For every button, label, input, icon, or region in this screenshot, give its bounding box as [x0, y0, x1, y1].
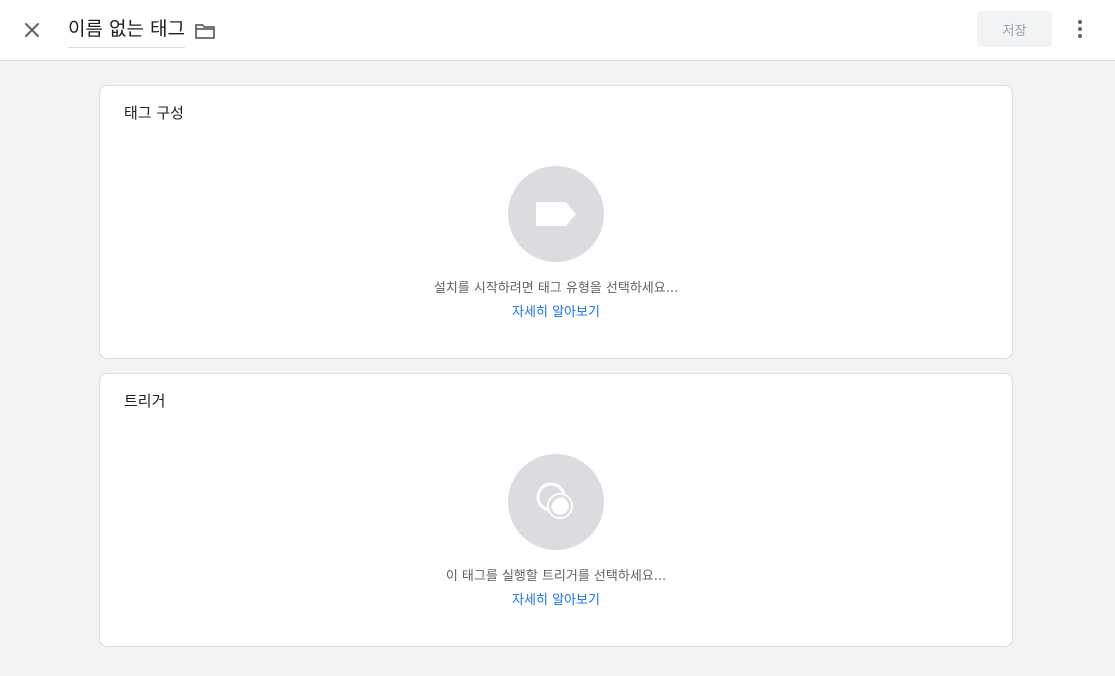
tag-label-icon	[536, 202, 576, 226]
triggering-card: 트리거 이 태그를 실행할 트리거를 선택하세요... 자세히 알아보기	[99, 373, 1013, 647]
close-button[interactable]	[12, 10, 52, 50]
trigger-icon	[536, 482, 573, 519]
tag-configuration-placeholder: 설치를 시작하려면 태그 유형을 선택하세요... 자세히 알아보기	[100, 166, 1012, 322]
tag-configuration-hint: 설치를 시작하려면 태그 유형을 선택하세요...	[433, 281, 679, 296]
more-vert-icon	[1078, 20, 1082, 38]
triggering-heading: 트리거	[124, 392, 166, 410]
tag-configuration-learn-more-link[interactable]: 자세히 알아보기	[512, 304, 600, 322]
triggering-hint: 이 태그를 실행할 트리거를 선택하세요...	[445, 569, 667, 584]
folder-icon	[195, 24, 215, 39]
close-icon	[25, 23, 39, 37]
tag-name: 이름 없는 태그	[68, 18, 185, 40]
folder-button[interactable]	[191, 17, 219, 45]
choose-tag-type-button[interactable]	[508, 166, 604, 262]
tag-name-field[interactable]: 이름 없는 태그	[68, 14, 185, 48]
tag-configuration-heading: 태그 구성	[124, 104, 184, 122]
triggering-placeholder: 이 태그를 실행할 트리거를 선택하세요... 자세히 알아보기	[100, 454, 1012, 610]
triggering-learn-more-link[interactable]: 자세히 알아보기	[512, 592, 600, 610]
save-button[interactable]: 저장	[977, 11, 1052, 47]
choose-trigger-button[interactable]	[508, 454, 604, 550]
top-bar: 이름 없는 태그 저장	[0, 0, 1115, 61]
more-options-button[interactable]	[1062, 11, 1098, 47]
tag-configuration-card: 태그 구성 설치를 시작하려면 태그 유형을 선택하세요... 자세히 알아보기	[99, 85, 1013, 359]
